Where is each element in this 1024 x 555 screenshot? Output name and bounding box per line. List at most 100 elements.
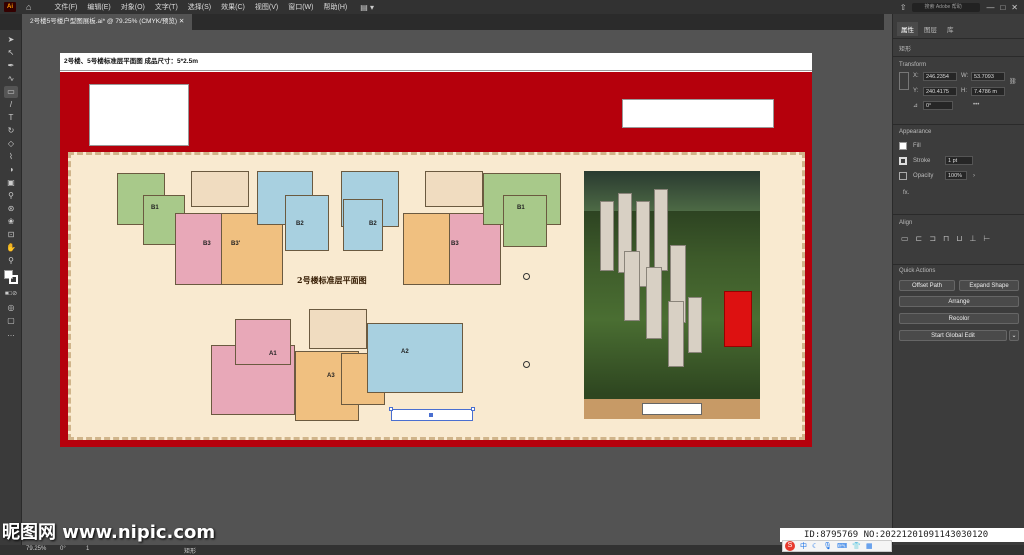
type-tool-icon[interactable]: T — [4, 112, 18, 124]
ime-language[interactable]: 中 — [800, 541, 807, 551]
tower — [624, 251, 640, 321]
rotation-field[interactable]: 0° — [60, 546, 66, 552]
stroke-color-swatch[interactable] — [899, 157, 907, 165]
artboard-tool-icon[interactable]: ⊡ — [4, 229, 18, 241]
rectangle-tool-icon[interactable]: ▭ — [4, 86, 18, 98]
tower — [688, 297, 702, 353]
chevron-right-icon[interactable]: › — [973, 173, 975, 179]
tab-properties[interactable]: 属性 — [897, 22, 918, 36]
menu-effect[interactable]: 效果(C) — [216, 2, 250, 12]
tools-panel: ➤ ↖ ✒ ∿ ▭ / T ↻ ◇ ⌇ ◑ ▣ ⚲ ⊛ ❀ ⊡ ✋ ⚲ ■□⊘ … — [0, 30, 22, 546]
blend-tool-icon[interactable]: ⊛ — [4, 203, 18, 215]
edit-toolbar-icon[interactable]: … — [4, 328, 18, 340]
zoom-field[interactable]: 79.25% — [26, 546, 46, 552]
eyedropper-tool-icon[interactable]: ⚲ — [4, 190, 18, 202]
expand-shape-button[interactable]: Expand Shape — [959, 280, 1019, 291]
logo-placeholder-box[interactable] — [89, 84, 189, 146]
recolor-button[interactable]: Recolor — [899, 313, 1019, 324]
home-icon[interactable]: ⌂ — [26, 2, 31, 12]
illustrator-logo: Ai — [4, 2, 16, 12]
divider — [893, 214, 1024, 215]
x-field[interactable]: 246.2354 — [923, 72, 957, 81]
y-field[interactable]: 240.4175 — [923, 87, 957, 96]
close-icon[interactable]: ✕ — [1011, 3, 1018, 12]
menu-window[interactable]: 窗口(W) — [283, 2, 318, 12]
building-rendering-image[interactable] — [584, 171, 760, 419]
tab-libraries[interactable]: 库 — [943, 22, 958, 36]
symbol-sprayer-tool-icon[interactable]: ❀ — [4, 216, 18, 228]
direct-selection-tool-icon[interactable]: ↖ — [4, 47, 18, 59]
artboard[interactable]: 2号楼、5号楼标准层平面图 成品尺寸：5*2.5m B1 B2 B2 B3 B3… — [60, 53, 812, 447]
hand-tool-icon[interactable]: ✋ — [4, 242, 18, 254]
rotate-tool-icon[interactable]: ↻ — [4, 125, 18, 137]
maximize-icon[interactable]: □ — [1000, 3, 1005, 12]
grid-icon[interactable]: ▦ — [866, 542, 873, 550]
stroke-weight-field[interactable]: 1 pt — [945, 156, 973, 165]
w-field[interactable]: 53.7093 — [971, 72, 1005, 81]
workspace-switcher-icon[interactable]: ▤ ▾ — [360, 3, 374, 12]
menu-help[interactable]: 帮助(H) — [318, 2, 352, 12]
compass-icon — [523, 273, 530, 280]
width-tool-icon[interactable]: ⌇ — [4, 151, 18, 163]
document-tab[interactable]: 2号楼5号楼户型图展板.ai* @ 79.25% (CMYK/预览) ✕ — [22, 14, 193, 30]
opacity-label: Opacity — [913, 173, 934, 179]
fill-color-swatch[interactable] — [899, 142, 907, 150]
shape-builder-tool-icon[interactable]: ◑ — [4, 164, 18, 176]
share-icon[interactable]: ⇧ — [900, 3, 907, 12]
draw-mode-icon[interactable]: ◎ — [4, 302, 18, 314]
opacity-field[interactable]: 100% — [945, 171, 967, 180]
zoom-tool-icon[interactable]: ⚲ — [4, 255, 18, 267]
align-icons[interactable]: ▭⊏⊐⊓⊔⊥⊢ — [901, 234, 997, 243]
search-input[interactable]: 搜索 Adobe 帮助 — [912, 2, 981, 12]
divider — [893, 38, 1024, 39]
document-tab-title: 2号楼5号楼户型图展板.ai* @ 79.25% (CMYK/预览) — [30, 18, 178, 25]
menu-object[interactable]: 对象(O) — [116, 2, 150, 12]
shirt-icon[interactable]: 👕 — [852, 542, 861, 550]
unit-label: A1 — [269, 351, 277, 357]
reference-point-icon[interactable] — [899, 72, 909, 90]
menu-view[interactable]: 视图(V) — [250, 2, 283, 12]
photo-caption-box[interactable] — [642, 403, 702, 415]
start-global-edit-button[interactable]: Start Global Edit — [899, 330, 1007, 341]
minimize-icon[interactable]: — — [986, 3, 994, 12]
h-label: H: — [961, 88, 967, 94]
selection-handle[interactable] — [389, 407, 393, 411]
divider — [893, 56, 1024, 57]
paintbrush-tool-icon[interactable]: / — [4, 99, 18, 111]
tower — [654, 189, 668, 271]
fx-button[interactable]: fx. — [903, 190, 909, 196]
offset-path-button[interactable]: Offset Path — [899, 280, 955, 291]
arrange-button[interactable]: Arrange — [899, 296, 1019, 307]
moon-icon[interactable]: ☾ — [812, 542, 818, 550]
color-mode-icon[interactable]: ■□⊘ — [4, 288, 18, 300]
eraser-tool-icon[interactable]: ◇ — [4, 138, 18, 150]
constrain-proportions-icon[interactable]: ⛓ — [1009, 78, 1017, 85]
mic-icon[interactable]: 🎙 — [823, 542, 832, 550]
unit-label: B2 — [369, 221, 377, 227]
gradient-tool-icon[interactable]: ▣ — [4, 177, 18, 189]
tab-close-icon[interactable]: ✕ — [179, 18, 184, 25]
menu-edit[interactable]: 编辑(E) — [82, 2, 115, 12]
chevron-down-icon[interactable]: ⌄ — [1009, 330, 1019, 341]
stair-core — [309, 309, 367, 349]
menu-select[interactable]: 选择(S) — [183, 2, 216, 12]
menu-type[interactable]: 文字(T) — [150, 2, 183, 12]
curvature-tool-icon[interactable]: ∿ — [4, 73, 18, 85]
title-placeholder-box[interactable] — [622, 99, 774, 128]
tab-layers[interactable]: 图层 — [920, 22, 941, 36]
stroke-swatch[interactable] — [9, 275, 18, 284]
ime-toolbar[interactable]: S 中 ☾ 🎙 ⌨ 👕 ▦ — [782, 540, 892, 552]
h-field[interactable]: 7.4786 m — [971, 87, 1005, 96]
screen-mode-icon[interactable]: ▢ — [4, 315, 18, 327]
panel-tabs: 属性 图层 库 — [893, 22, 1024, 36]
keyboard-icon[interactable]: ⌨ — [837, 542, 847, 550]
artboard-number-field[interactable]: 1 — [86, 546, 89, 552]
menu-file[interactable]: 文件(F) — [49, 2, 82, 12]
plan-title: 2号楼标准层平面图 — [297, 275, 367, 285]
rotate-field[interactable]: 0° — [923, 101, 953, 110]
selection-center[interactable] — [429, 413, 433, 417]
pen-tool-icon[interactable]: ✒ — [4, 60, 18, 72]
selection-handle[interactable] — [471, 407, 475, 411]
more-options-icon[interactable]: ••• — [973, 102, 979, 108]
selection-tool-icon[interactable]: ➤ — [4, 34, 18, 46]
